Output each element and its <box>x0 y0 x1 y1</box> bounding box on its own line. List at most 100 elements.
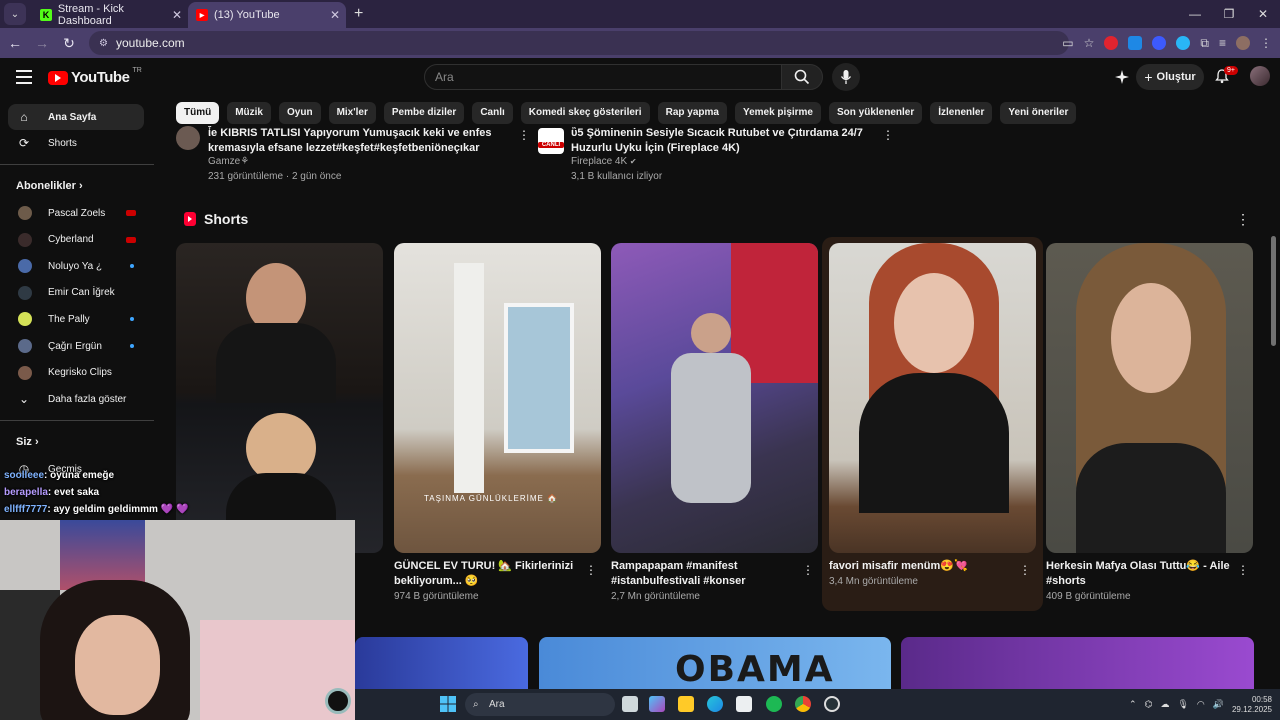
task-view-icon[interactable] <box>622 696 638 712</box>
audio-extension-icon[interactable] <box>1152 36 1167 50</box>
more-options-icon[interactable]: ⋮ <box>882 128 894 142</box>
short-thumbnail[interactable] <box>176 243 383 553</box>
close-tab-icon[interactable]: ✕ <box>330 8 340 22</box>
short-thumbnail[interactable] <box>829 243 1036 553</box>
edge-icon[interactable] <box>707 696 723 712</box>
more-options-icon[interactable]: ⋮ <box>585 563 597 577</box>
profile-avatar[interactable] <box>1236 36 1250 50</box>
site-info-icon[interactable]: ⚙ <box>99 38 108 49</box>
sidebar-item-home[interactable]: ⌂ Ana Sayfa <box>8 104 144 130</box>
store-icon[interactable] <box>736 696 752 712</box>
video-title[interactable]: ὒ5 Şöminenin Sesiyle Sıcacık Rutubet ve … <box>571 126 866 156</box>
more-options-icon[interactable]: ⋮ <box>1019 563 1031 577</box>
reload-icon[interactable]: ↻ <box>57 35 81 52</box>
sidebar-subscription-item[interactable]: Emir Can İğrek <box>8 280 144 306</box>
media-control-icon[interactable]: ≡ <box>1219 36 1226 50</box>
sidebar-subscription-item[interactable]: Çağrı Ergün <box>8 333 144 359</box>
menu-hamburger-icon[interactable] <box>16 70 32 88</box>
sidebar-show-more[interactable]: ⌄ Daha fazla göster <box>8 386 144 412</box>
filter-chip[interactable]: Yeni öneriler <box>1000 102 1077 124</box>
short-title[interactable]: GÜNCEL EV TURU! 🏡 Fikirlerinizi bekliyoru… <box>394 559 574 589</box>
sidebar-subscription-item[interactable]: Cyberland <box>8 227 144 253</box>
new-content-dot <box>130 344 134 348</box>
short-title[interactable]: Herkesin Mafya Olası Tuttu😂 - Aile #short… <box>1046 559 1231 589</box>
short-thumbnail[interactable]: TAŞINMA GÜNLÜKLERİME 🏠 <box>394 243 601 553</box>
clock[interactable]: 00:58 29.12.2025 <box>1232 695 1272 715</box>
sidebar-subscription-item[interactable]: Noluyo Ya ¿ <box>8 253 144 279</box>
restore-icon[interactable]: ❐ <box>1212 0 1246 28</box>
voice-search-button[interactable] <box>832 63 860 91</box>
bookmark-star-icon[interactable]: ☆ <box>1084 36 1095 50</box>
filter-chip[interactable]: Son yüklenenler <box>829 102 923 124</box>
filter-chip[interactable]: Yemek pişirme <box>734 102 821 124</box>
channel-name[interactable]: Fireplace 4K ✔ <box>571 156 637 167</box>
short-title[interactable]: Rampapapam #manifest #istanbulfestivali #… <box>611 559 791 589</box>
translate-extension-icon[interactable] <box>1128 36 1143 50</box>
video-thumbnail[interactable] <box>355 637 528 689</box>
filter-chip[interactable]: Tümü <box>176 102 220 124</box>
filter-chip[interactable]: Mix'ler <box>328 102 376 124</box>
search-input[interactable]: Ara <box>424 64 782 90</box>
filter-chip[interactable]: Oyun <box>279 102 321 124</box>
tab-kick-dashboard[interactable]: K Stream - Kick Dashboard ✕ <box>32 2 188 28</box>
filter-chip[interactable]: Rap yapma <box>657 102 727 124</box>
obs-icon[interactable] <box>824 696 840 712</box>
create-button[interactable]: + Oluştur <box>1136 64 1204 90</box>
short-thumbnail[interactable] <box>1046 243 1253 553</box>
back-icon[interactable]: ← <box>3 35 27 51</box>
channel-name[interactable]: Gamze⚘ <box>208 156 249 167</box>
address-bar[interactable]: ⚙ youtube.com <box>89 31 1069 55</box>
youtube-logo[interactable]: YouTube TR <box>48 67 142 86</box>
copilot-icon[interactable] <box>649 696 665 712</box>
video-title[interactable]: ἶe KIBRIS TATLISI Yapıyorum Yumuşacık ke… <box>208 126 508 156</box>
sparkle-icon[interactable] <box>1114 69 1130 85</box>
microphone-icon[interactable]: 🎙 <box>1177 699 1188 710</box>
more-options-icon[interactable]: ⋮ <box>802 563 814 577</box>
filter-chip[interactable]: Komedi skeç gösterileri <box>520 102 650 124</box>
more-options-icon[interactable]: ⋮ <box>1237 563 1249 577</box>
tab-search-menu-button[interactable]: ⌄ <box>4 3 26 25</box>
video-thumbnail[interactable] <box>901 637 1254 689</box>
page-scrollbar[interactable] <box>1271 236 1276 346</box>
filter-chip[interactable]: İzlenenler <box>930 102 993 124</box>
volume-icon[interactable]: 🔊 <box>1213 699 1224 710</box>
account-avatar[interactable] <box>1250 66 1270 86</box>
cast-icon[interactable]: ▭ <box>1062 36 1073 50</box>
spotify-icon[interactable] <box>766 696 782 712</box>
network-icon[interactable]: ⌬ <box>1145 699 1153 710</box>
close-window-icon[interactable]: ✕ <box>1246 0 1280 28</box>
forward-icon[interactable]: → <box>30 35 54 51</box>
extensions-puzzle-icon[interactable]: ⧉ <box>1200 36 1209 51</box>
file-explorer-icon[interactable] <box>678 696 694 712</box>
short-thumbnail[interactable] <box>611 243 818 553</box>
browser-menu-icon[interactable]: ⋮ <box>1260 36 1272 50</box>
filter-chip[interactable]: Canlı <box>472 102 513 124</box>
tab-youtube[interactable]: ▶ (13) YouTube ✕ <box>188 2 346 28</box>
filter-chip[interactable]: Pembe diziler <box>383 102 465 124</box>
sidebar-item-label: Pascal Zoels <box>48 207 106 219</box>
new-tab-button[interactable]: + <box>354 5 363 23</box>
chevron-up-icon[interactable]: ⌃ <box>1129 699 1137 710</box>
more-options-icon[interactable]: ⋮ <box>518 128 530 142</box>
windows-start-icon[interactable] <box>440 696 456 712</box>
extension-icon[interactable] <box>1176 36 1191 50</box>
minimize-icon[interactable]: — <box>1178 0 1212 28</box>
cloud-icon[interactable]: ☁ <box>1160 699 1169 710</box>
taskbar-search[interactable]: ⌕ Ara <box>465 693 615 716</box>
subscriptions-heading[interactable]: Abonelikler › <box>16 180 83 192</box>
short-title[interactable]: favori misafir menüm😍💘 <box>829 559 1009 574</box>
wifi-icon[interactable]: ◠ <box>1197 699 1205 710</box>
close-tab-icon[interactable]: ✕ <box>172 8 182 22</box>
search-button[interactable] <box>781 64 823 90</box>
extension-icon[interactable] <box>1104 36 1119 50</box>
sidebar-subscription-item[interactable]: The Pally <box>8 306 144 332</box>
chrome-icon[interactable] <box>795 696 811 712</box>
shorts-more-options-icon[interactable]: ⋮ <box>1236 211 1250 228</box>
channel-avatar[interactable]: CANLI <box>538 128 564 154</box>
sidebar-subscription-item[interactable]: Kegrisko Clips <box>8 360 144 386</box>
you-heading[interactable]: Siz › <box>16 436 39 448</box>
sidebar-subscription-item[interactable]: Pascal Zoels <box>8 200 144 226</box>
channel-avatar[interactable] <box>176 126 200 150</box>
filter-chip[interactable]: Müzik <box>227 102 271 124</box>
sidebar-item-shorts[interactable]: ⟳ Shorts <box>8 130 144 156</box>
